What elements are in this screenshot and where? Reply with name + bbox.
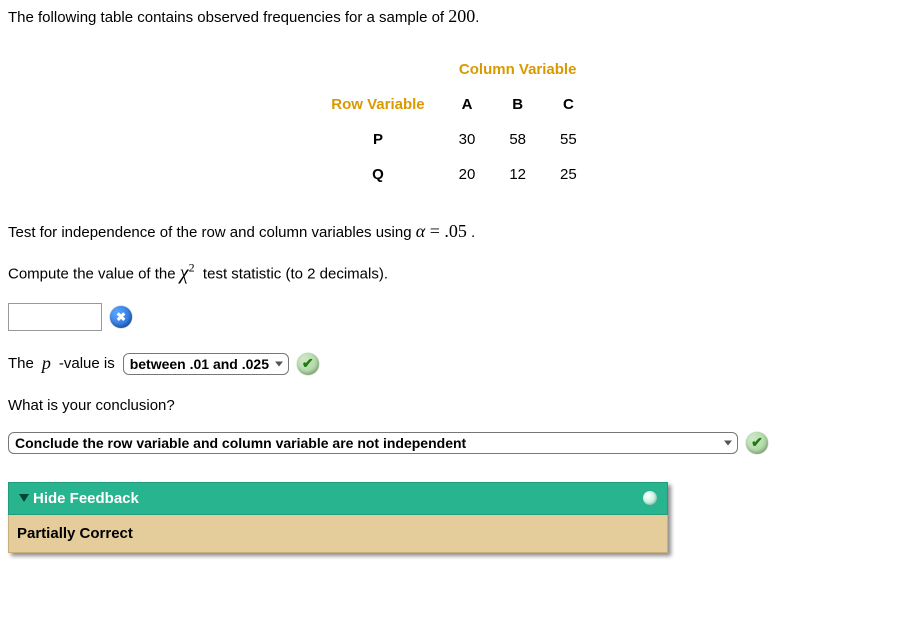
feedback-toggle-label: Hide Feedback [33,490,139,507]
chi-letter: χ [180,262,189,284]
row-p-label: P [315,123,440,156]
correct-icon [746,432,768,454]
intro-text: The following table contains observed fr… [8,6,900,27]
q2-prefix: Compute the value of the [8,266,180,283]
col-head-c: C [544,88,593,121]
pvalue-select-wrap: between .01 and .025 [123,353,289,375]
feedback-panel: Hide Feedback Partially Correct [8,482,668,553]
conclusion-select[interactable]: Conclude the row variable and column var… [8,432,738,454]
test-stat-row [8,303,900,331]
cell-q-a: 20 [443,158,492,191]
table-row: Q 20 12 25 [315,158,592,191]
col-head-a: A [443,88,492,121]
pval-prefix: The [8,355,34,372]
pvalue-select[interactable]: between .01 and .025 [123,353,289,375]
chi-square-prompt: Compute the value of the χ2 test statist… [8,260,900,285]
independence-prompt: Test for independence of the row and col… [8,221,900,242]
feedback-status: Partially Correct [8,515,668,553]
conclusion-label: What is your conclusion? [8,397,900,414]
chi-exponent: 2 [189,260,195,274]
pval-middle: -value is [59,355,115,372]
cell-p-b: 58 [493,123,542,156]
col-head-b: B [493,88,542,121]
row-variable-header: Row Variable [315,88,440,121]
q1-suffix: . [467,224,475,241]
q2-suffix: test statistic (to 2 decimals). [199,266,388,283]
cell-q-b: 12 [493,158,542,191]
conclusion-row: Conclude the row variable and column var… [8,432,900,454]
alpha-symbol: α [416,221,425,241]
cell-q-c: 25 [544,158,593,191]
chevron-down-icon [19,494,29,502]
conclusion-select-wrap: Conclude the row variable and column var… [8,432,738,454]
chi-symbol: χ2 [180,262,195,284]
help-icon[interactable] [643,491,657,505]
cell-p-c: 55 [544,123,593,156]
feedback-header[interactable]: Hide Feedback [8,482,668,515]
wrong-icon [110,306,132,328]
p-symbol: p [42,353,51,374]
eq-sign: = [425,221,444,241]
intro-suffix: . [475,9,479,26]
pvalue-row: The p -value is between .01 and .025 [8,353,900,375]
table-row: P 30 58 55 [315,123,592,156]
intro-prefix: The following table contains observed fr… [8,9,448,26]
test-stat-input[interactable] [8,303,102,331]
intro-n: 200 [448,6,475,26]
column-variable-header: Column Variable [443,53,593,86]
q1-prefix: Test for independence of the row and col… [8,224,416,241]
row-q-label: Q [315,158,440,191]
alpha-value: .05 [444,221,467,241]
cell-p-a: 30 [443,123,492,156]
frequency-table: Column Variable Row Variable A B C P 30 … [313,51,594,193]
correct-icon [297,353,319,375]
